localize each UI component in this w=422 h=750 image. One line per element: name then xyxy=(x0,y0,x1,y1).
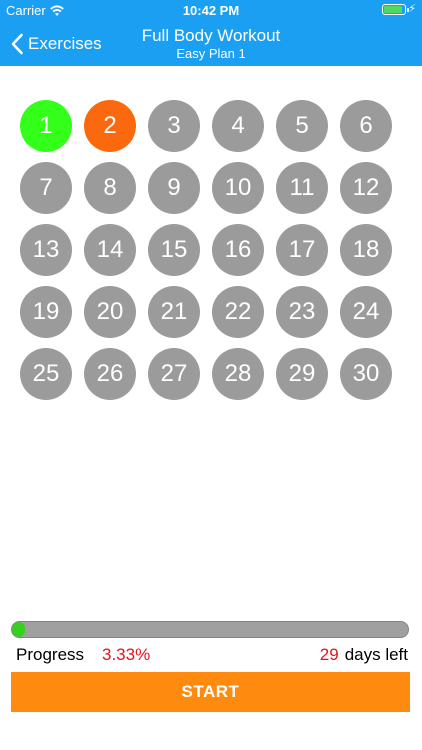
progress-label: Progress xyxy=(16,645,85,664)
status-time: 10:42 PM xyxy=(182,3,240,18)
battery-group: ⚡ xyxy=(382,4,416,15)
day-button-27[interactable]: 27 xyxy=(148,348,200,400)
page-title: Full Body Workout xyxy=(141,26,281,45)
day-button-16[interactable]: 16 xyxy=(212,224,264,276)
day-button-13[interactable]: 13 xyxy=(20,224,72,276)
day-button-15[interactable]: 15 xyxy=(148,224,200,276)
day-button-17[interactable]: 17 xyxy=(276,224,328,276)
progress-percent: 3.33% xyxy=(102,645,151,664)
day-button-26[interactable]: 26 xyxy=(84,348,136,400)
day-button-5[interactable]: 5 xyxy=(276,100,328,152)
day-button-25[interactable]: 25 xyxy=(20,348,72,400)
progress-summary: Progress 3.33% 29 days left xyxy=(16,645,408,667)
day-button-22[interactable]: 22 xyxy=(212,286,264,338)
day-button-29[interactable]: 29 xyxy=(276,348,328,400)
header: Carrier 10:42 PM ⚡ Exercises Full Body W… xyxy=(0,0,422,66)
nav-title-group: Full Body Workout Easy Plan 1 xyxy=(0,26,422,61)
progress-bar xyxy=(11,621,409,638)
day-button-2[interactable]: 2 xyxy=(84,100,136,152)
day-button-4[interactable]: 4 xyxy=(212,100,264,152)
day-button-6[interactable]: 6 xyxy=(340,100,392,152)
day-button-21[interactable]: 21 xyxy=(148,286,200,338)
day-grid: 1 2 3 4 5 6 7 8 9 10 11 12 13 14 15 16 17 18 19 20 21 22 23 24 2… xyxy=(20,100,402,400)
bolt-icon: ⚡ xyxy=(408,3,416,15)
page-subtitle: Easy Plan 1 xyxy=(176,46,246,61)
day-button-7[interactable]: 7 xyxy=(20,162,72,214)
day-button-10[interactable]: 10 xyxy=(212,162,264,214)
day-button-24[interactable]: 24 xyxy=(340,286,392,338)
day-button-18[interactable]: 18 xyxy=(340,224,392,276)
status-bar: Carrier 10:42 PM ⚡ xyxy=(0,0,422,22)
start-button[interactable]: START xyxy=(11,672,410,712)
days-left-label: days left xyxy=(344,645,408,664)
day-button-30[interactable]: 30 xyxy=(340,348,392,400)
progress-bar-fill xyxy=(12,622,25,637)
battery-fill xyxy=(384,6,403,13)
day-button-3[interactable]: 3 xyxy=(148,100,200,152)
days-left-count: 29 xyxy=(319,645,339,664)
day-button-9[interactable]: 9 xyxy=(148,162,200,214)
day-button-23[interactable]: 23 xyxy=(276,286,328,338)
day-button-20[interactable]: 20 xyxy=(84,286,136,338)
day-button-11[interactable]: 11 xyxy=(276,162,328,214)
day-button-12[interactable]: 12 xyxy=(340,162,392,214)
day-button-1[interactable]: 1 xyxy=(20,100,72,152)
day-button-8[interactable]: 8 xyxy=(84,162,136,214)
nav-bar: Exercises Full Body Workout Easy Plan 1 xyxy=(0,22,422,66)
day-button-28[interactable]: 28 xyxy=(212,348,264,400)
day-button-14[interactable]: 14 xyxy=(84,224,136,276)
days-left: 29 days left xyxy=(320,645,408,665)
battery-icon xyxy=(382,4,410,15)
day-button-19[interactable]: 19 xyxy=(20,286,72,338)
